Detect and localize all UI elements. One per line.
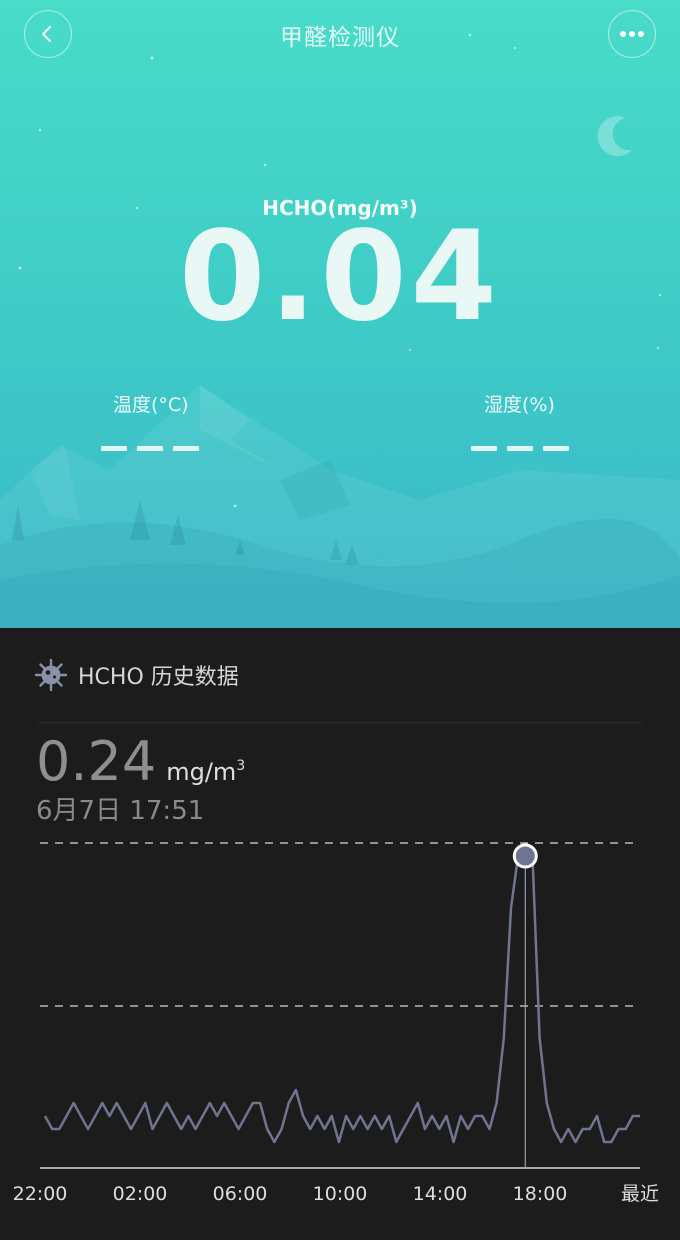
temperature-value-placeholder [101,446,199,451]
humidity-value-placeholder [471,446,569,451]
humidity-label: 湿度(%) [484,394,555,416]
history-panel: HCHO 历史数据 0.24 mg/m3 6月7日 17:51 22:00 02:… [0,628,680,1240]
x-tick-label: 18:00 [513,1183,568,1205]
x-tick-label: 最近 [621,1183,659,1205]
device-hero-panel: 甲醛检测仪 HCHO(mg/m³) 0.04 温度(°C) 湿度(%) [0,0,680,628]
x-tick-label: 06:00 [213,1183,268,1205]
x-tick-label: 14:00 [413,1183,468,1205]
selected-data-point [512,843,538,869]
x-tick-label: 02:00 [113,1183,168,1205]
x-tick-label: 10:00 [313,1183,368,1205]
hcho-series-line [43,854,640,1144]
hcho-history-chart[interactable]: 22:00 02:00 06:00 10:00 14:00 18:00 最近 [0,628,680,1240]
moon-icon [597,116,632,157]
temperature-label: 温度(°C) [113,394,189,416]
x-tick-label: 22:00 [13,1183,68,1205]
more-button[interactable] [608,10,656,58]
more-dots-icon [620,31,644,37]
hcho-current-value: 0.04 [179,205,501,349]
page-title: 甲醛检测仪 [280,25,400,51]
